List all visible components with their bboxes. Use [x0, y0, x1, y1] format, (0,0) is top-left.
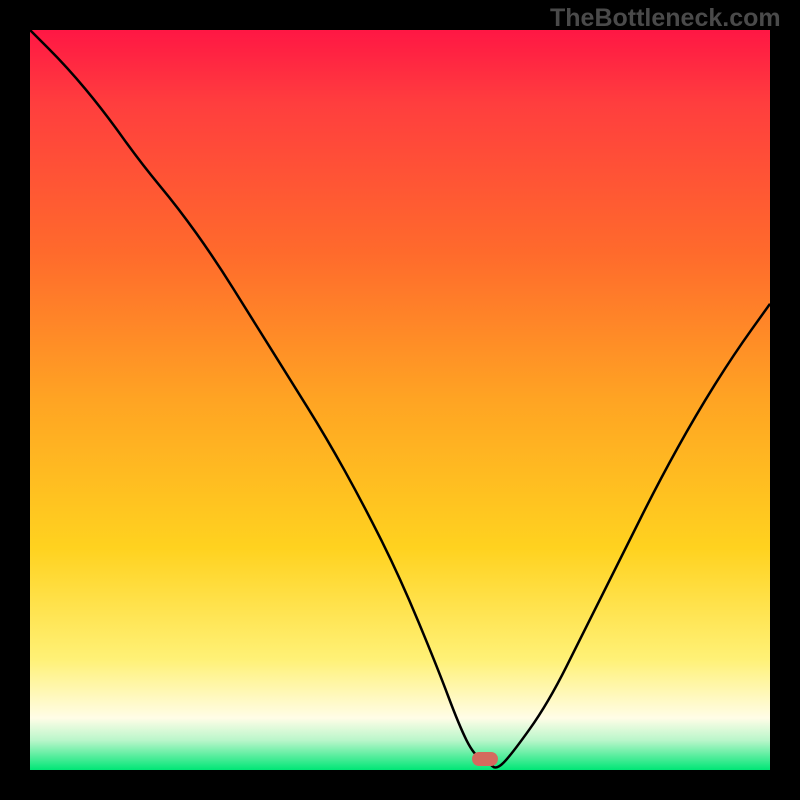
curve-path: [30, 30, 770, 768]
plot-area: [30, 30, 770, 770]
chart-frame: TheBottleneck.com: [0, 0, 800, 800]
attribution-text: TheBottleneck.com: [550, 4, 781, 33]
optimal-marker: [472, 752, 498, 766]
bottleneck-curve: [30, 30, 770, 770]
